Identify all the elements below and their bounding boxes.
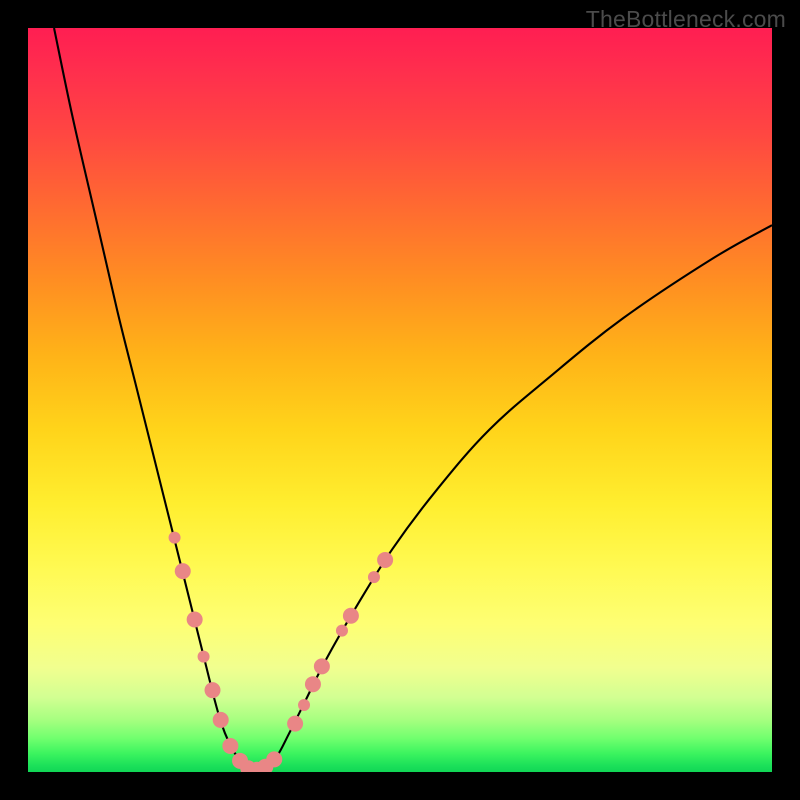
- data-marker: [377, 552, 393, 568]
- data-marker: [169, 532, 181, 544]
- data-marker: [314, 658, 330, 674]
- data-marker: [222, 738, 238, 754]
- data-marker: [175, 563, 191, 579]
- bottleneck-curve: [54, 28, 772, 771]
- data-marker: [198, 651, 210, 663]
- data-marker: [305, 676, 321, 692]
- curve-layer: [28, 28, 772, 772]
- data-marker: [213, 712, 229, 728]
- data-marker: [205, 682, 221, 698]
- data-marker: [343, 608, 359, 624]
- data-marker: [287, 716, 303, 732]
- plot-area: [28, 28, 772, 772]
- data-marker: [266, 751, 282, 767]
- chart-frame: TheBottleneck.com: [0, 0, 800, 800]
- data-marker: [298, 699, 310, 711]
- data-marker: [336, 625, 348, 637]
- marker-group: [169, 532, 394, 772]
- data-marker: [368, 571, 380, 583]
- data-marker: [187, 611, 203, 627]
